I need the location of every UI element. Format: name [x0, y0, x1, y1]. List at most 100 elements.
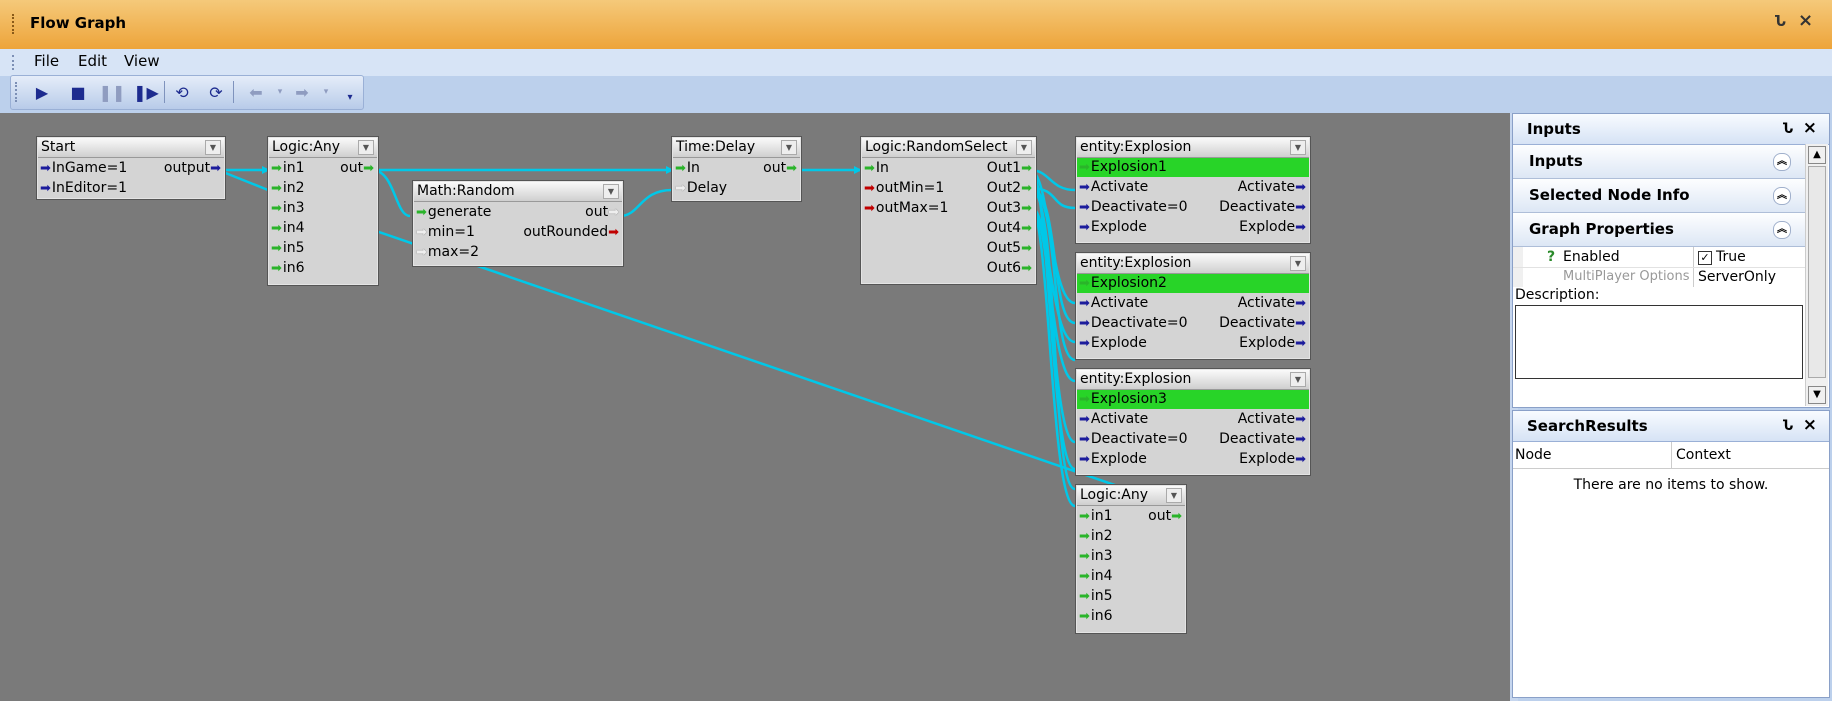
- port-activate[interactable]: Activate: [1091, 411, 1148, 427]
- port-out2[interactable]: Out2: [987, 180, 1021, 196]
- collapse-icon[interactable]: ︽: [1773, 153, 1791, 171]
- step-icon[interactable]: ❚▶: [133, 81, 159, 103]
- port-out[interactable]: out: [585, 204, 608, 220]
- port-out3[interactable]: Out3: [987, 200, 1021, 216]
- port-explode[interactable]: Explode: [1091, 335, 1147, 351]
- pause-icon[interactable]: ❚❚: [99, 81, 126, 103]
- dropdown-icon[interactable]: ▼: [1290, 140, 1306, 155]
- port-out6[interactable]: Out6: [987, 260, 1021, 276]
- dropdown-icon[interactable]: ▼: [781, 140, 797, 155]
- port-in[interactable]: In: [687, 160, 700, 176]
- port-in6[interactable]: in6: [1091, 608, 1113, 624]
- node-header[interactable]: entity:Explosion ▼: [1077, 138, 1309, 158]
- dropdown-icon[interactable]: ▼: [358, 140, 374, 155]
- dropdown-icon[interactable]: ▼: [205, 140, 221, 155]
- port-in[interactable]: In: [876, 160, 889, 176]
- undo-icon[interactable]: ⟲: [171, 81, 193, 103]
- port-generate[interactable]: generate: [428, 204, 491, 220]
- redo-icon[interactable]: ⟳: [205, 81, 227, 103]
- port-out-deactivate[interactable]: Deactivate: [1219, 199, 1295, 215]
- port-deactivate[interactable]: Deactivate=0: [1091, 431, 1188, 447]
- port-out-activate[interactable]: Activate: [1238, 179, 1295, 195]
- toolbar-overflow-icon[interactable]: ▾: [339, 86, 361, 108]
- port-ingame[interactable]: InGame=1: [52, 160, 127, 176]
- column-node[interactable]: Node: [1515, 447, 1552, 463]
- scrollbar[interactable]: ▲ ▼: [1805, 144, 1828, 406]
- stop-icon[interactable]: ■: [67, 81, 89, 103]
- port-out-activate[interactable]: Activate: [1238, 411, 1295, 427]
- port-deactivate[interactable]: Deactivate=0: [1091, 199, 1188, 215]
- forward-dropdown-icon[interactable]: ▾: [315, 81, 337, 103]
- column-context[interactable]: Context: [1676, 447, 1731, 463]
- port-out-deactivate[interactable]: Deactivate: [1219, 431, 1295, 447]
- node-header[interactable]: entity:Explosion ▼: [1077, 254, 1309, 274]
- scroll-up-icon[interactable]: ▲: [1808, 146, 1826, 164]
- port-in3[interactable]: in3: [1091, 548, 1113, 564]
- close-icon[interactable]: ×: [1798, 10, 1813, 31]
- entity-row[interactable]: ➡Explosion1: [1077, 158, 1309, 177]
- node-entity-explosion-1[interactable]: entity:Explosion ▼ ➡Explosion1 ➡Activate A…: [1075, 136, 1311, 244]
- node-logic-any-2[interactable]: Logic:Any ▼ ➡in1 out➡ ➡in2 ➡in3 ➡in4 ➡in5 …: [1075, 484, 1187, 634]
- close-icon[interactable]: ×: [1803, 410, 1817, 440]
- description-box[interactable]: [1515, 305, 1803, 379]
- enabled-checkbox[interactable]: ✓: [1698, 251, 1712, 265]
- scroll-thumb[interactable]: [1808, 166, 1826, 378]
- port-in2[interactable]: in2: [283, 180, 305, 196]
- port-output[interactable]: output: [164, 160, 210, 176]
- port-out[interactable]: out: [340, 160, 363, 176]
- menu-file[interactable]: File: [34, 52, 59, 70]
- port-outmin[interactable]: outMin=1: [876, 180, 944, 196]
- node-header[interactable]: Logic:Any ▼: [269, 138, 377, 158]
- menu-edit[interactable]: Edit: [78, 52, 107, 70]
- node-start[interactable]: Start ▼ ➡InGame=1 output➡ ➡InEditor=1: [36, 136, 226, 200]
- port-delay[interactable]: Delay: [687, 180, 727, 196]
- port-out[interactable]: out: [763, 160, 786, 176]
- port-ineditor[interactable]: InEditor=1: [52, 180, 127, 196]
- dropdown-icon[interactable]: ▼: [1166, 488, 1182, 503]
- port-in4[interactable]: in4: [1091, 568, 1113, 584]
- pin-icon[interactable]: Ն: [1783, 411, 1793, 441]
- play-icon[interactable]: ▶: [31, 81, 53, 103]
- port-explode[interactable]: Explode: [1091, 451, 1147, 467]
- port-in5[interactable]: in5: [283, 240, 305, 256]
- port-out-deactivate[interactable]: Deactivate: [1219, 315, 1295, 331]
- port-outrounded[interactable]: outRounded: [523, 224, 608, 240]
- node-header[interactable]: Time:Delay ▼: [673, 138, 800, 158]
- menu-view[interactable]: View: [124, 52, 160, 70]
- port-out1[interactable]: Out1: [987, 160, 1021, 176]
- property-multiplayer-value[interactable]: ServerOnly: [1698, 269, 1776, 285]
- port-out-explode[interactable]: Explode: [1239, 335, 1295, 351]
- port-max[interactable]: max=2: [428, 244, 479, 260]
- port-in4[interactable]: in4: [283, 220, 305, 236]
- port-out-explode[interactable]: Explode: [1239, 219, 1295, 235]
- scroll-down-icon[interactable]: ▼: [1808, 386, 1826, 404]
- port-deactivate[interactable]: Deactivate=0: [1091, 315, 1188, 331]
- back-dropdown-icon[interactable]: ▾: [269, 81, 291, 103]
- node-header[interactable]: Logic:RandomSelect ▼: [862, 138, 1035, 158]
- section-selected-node-info[interactable]: Selected Node Info ︽: [1513, 179, 1805, 213]
- section-graph-properties[interactable]: Graph Properties ︽: [1513, 213, 1805, 247]
- back-arrow-icon[interactable]: ⬅: [245, 81, 267, 103]
- collapse-icon[interactable]: ︽: [1773, 221, 1791, 239]
- pin-icon[interactable]: Ն: [1775, 12, 1786, 30]
- port-in1[interactable]: in1: [283, 160, 305, 176]
- node-header[interactable]: Math:Random ▼: [414, 182, 622, 202]
- entity-row[interactable]: ➡Explosion2: [1077, 274, 1309, 293]
- node-time-delay[interactable]: Time:Delay ▼ ➡In out➡ ➡Delay: [671, 136, 802, 202]
- port-min[interactable]: min=1: [428, 224, 475, 240]
- collapse-icon[interactable]: ︽: [1773, 187, 1791, 205]
- port-out4[interactable]: Out4: [987, 220, 1021, 236]
- port-explode[interactable]: Explode: [1091, 219, 1147, 235]
- port-in6[interactable]: in6: [283, 260, 305, 276]
- node-math-random[interactable]: Math:Random ▼ ➡generate out➡ ➡min=1 outRoun…: [412, 180, 624, 267]
- forward-arrow-icon[interactable]: ➡: [291, 81, 313, 103]
- property-enabled-value[interactable]: True: [1716, 249, 1746, 265]
- port-out[interactable]: out: [1148, 508, 1171, 524]
- port-out-activate[interactable]: Activate: [1238, 295, 1295, 311]
- port-out5[interactable]: Out5: [987, 240, 1021, 256]
- node-logic-randomselect[interactable]: Logic:RandomSelect ▼ ➡In Out1➡ ➡outMin=1 Ou…: [860, 136, 1037, 285]
- dropdown-icon[interactable]: ▼: [1290, 256, 1306, 271]
- dropdown-icon[interactable]: ▼: [603, 184, 619, 199]
- pin-icon[interactable]: Ն: [1783, 114, 1793, 144]
- section-inputs[interactable]: Inputs ︽: [1513, 145, 1805, 179]
